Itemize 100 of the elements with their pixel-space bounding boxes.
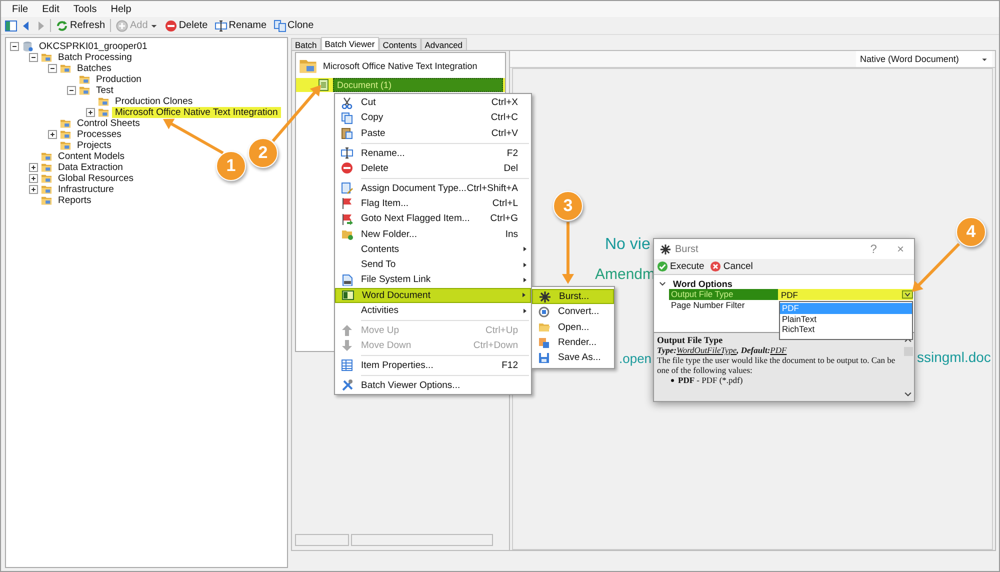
dropdown-button[interactable]	[902, 290, 913, 299]
list-option[interactable]: RichText	[780, 324, 912, 334]
folder-icon	[40, 52, 53, 63]
execute-button[interactable]: Execute	[657, 261, 704, 272]
folder-icon	[59, 118, 72, 129]
tree-item[interactable]: Batches	[74, 63, 114, 74]
property-value-field[interactable]: PDF	[778, 289, 913, 300]
menu-item[interactable]: Batch Viewer Options...	[335, 378, 531, 393]
expand-toggle[interactable]	[10, 42, 19, 51]
menu-item[interactable]: Contents	[335, 242, 531, 257]
expand-toggle[interactable]	[67, 86, 76, 95]
expand-toggle[interactable]	[29, 163, 38, 172]
document-pen-icon	[341, 182, 353, 194]
flag-arrow-icon	[341, 212, 353, 225]
word-document-icon	[342, 289, 354, 302]
tree-item[interactable]: Projects	[74, 140, 114, 151]
tree-item[interactable]: Batch Processing	[55, 52, 135, 63]
menu-item[interactable]: Flag Item... Ctrl+L	[335, 196, 531, 212]
menu-item[interactable]: Edit	[35, 4, 66, 14]
type-link[interactable]: WordOutFileType	[676, 345, 737, 355]
menu-item[interactable]: Goto Next Flagged Item... Ctrl+G	[335, 211, 531, 226]
menu-item[interactable]: Paste Ctrl+V	[335, 126, 531, 141]
menu-item[interactable]: Item Properties... F12	[335, 358, 531, 374]
help-button[interactable]: ?	[862, 242, 885, 256]
toolbar-button[interactable]: Rename	[212, 20, 269, 32]
menu-item[interactable]: File System Link	[335, 272, 531, 288]
menu-item[interactable]: Activities	[335, 302, 531, 318]
menu-item[interactable]: File	[5, 4, 36, 14]
tab[interactable]: Advanced	[420, 38, 467, 50]
folder-icon	[538, 321, 550, 334]
toolbar-button[interactable]: Delete	[162, 20, 210, 32]
delete-icon	[164, 20, 177, 32]
menu-item[interactable]: Burst...	[532, 289, 614, 304]
clipboard-icon	[341, 127, 353, 140]
menu-item[interactable]: Tools	[66, 4, 104, 14]
tab[interactable]: Batch Viewer	[320, 37, 379, 50]
burst-icon	[660, 244, 671, 254]
toolbar-button[interactable]: Clone	[272, 20, 316, 32]
view-mode-dropdown[interactable]: Native (Word Document)	[856, 51, 992, 67]
tree-item[interactable]: Microsoft Office Native Text Integration	[112, 107, 281, 118]
expand-toggle[interactable]	[48, 64, 57, 73]
menu-item[interactable]: Rename... F2	[335, 145, 531, 161]
tab[interactable]: Contents	[378, 38, 421, 50]
document-icon	[318, 79, 330, 91]
tree-item[interactable]: Global Resources	[55, 173, 137, 184]
menu-item[interactable]: Assign Document Type...Ctrl+Shift+A	[335, 180, 531, 196]
tree-item[interactable]: Infrastructure	[55, 184, 117, 195]
menu-item[interactable]: Convert...	[532, 304, 614, 320]
menu-item[interactable]: Word Document	[335, 288, 531, 303]
help-text: The file type the user would like the document to be output to. Can be one of the following values:	[657, 355, 896, 375]
tree-item[interactable]: Test	[93, 85, 116, 96]
rename-icon	[214, 20, 227, 32]
help-bullet-text: PDF - PDF (*.pdf)	[678, 375, 743, 385]
cancel-icon	[710, 261, 722, 272]
tree-item[interactable]: Control Sheets	[74, 118, 143, 129]
folder-icon	[78, 74, 91, 85]
collapse-toggle[interactable]	[658, 279, 667, 288]
menu-item[interactable]: Render...	[532, 334, 614, 350]
expand-toggle[interactable]	[48, 130, 57, 139]
document-text: ssingml.doc	[917, 349, 991, 365]
clone-icon	[274, 20, 286, 32]
expand-toggle[interactable]	[29, 53, 38, 62]
default-link[interactable]: PDF	[770, 345, 787, 355]
properties-icon	[341, 359, 353, 372]
expand-toggle[interactable]	[29, 174, 38, 183]
folder-icon	[97, 96, 110, 107]
tree-item[interactable]: Microsoft Office Native Text Integration	[321, 60, 480, 72]
menu-item[interactable]: Delete Del	[335, 160, 531, 176]
property-name[interactable]: Page Number Filter	[669, 300, 778, 311]
toolbar-button[interactable]: Refresh	[54, 20, 108, 32]
panel-icon[interactable]	[5, 20, 17, 32]
list-option[interactable]: PlainText	[780, 314, 912, 324]
tree-item[interactable]: Production Clones	[112, 96, 196, 107]
menu-item[interactable]: Open...	[532, 320, 614, 335]
menu-item[interactable]: Cut Ctrl+X	[335, 95, 531, 110]
document-text: No vie	[605, 236, 650, 254]
folder-icon	[59, 129, 72, 140]
menu-item[interactable]: Help	[104, 4, 138, 14]
save-icon	[538, 352, 550, 364]
tree-item[interactable]: Data Extraction	[55, 162, 126, 173]
expand-toggle[interactable]	[86, 108, 95, 117]
menu-item[interactable]: Send To	[335, 256, 531, 272]
cancel-button[interactable]: Cancel	[710, 261, 753, 272]
menu-item[interactable]: New Folder... Ins	[335, 226, 531, 242]
tab[interactable]: Batch	[291, 38, 321, 50]
tree-item[interactable]: OKCSPRKI01_grooper01	[36, 41, 150, 52]
tree-item[interactable]: Content Models	[55, 151, 128, 162]
expand-toggle[interactable]	[29, 185, 38, 194]
rename-icon	[341, 147, 353, 160]
scroll-thumb[interactable]	[904, 347, 912, 356]
tree-item[interactable]: Reports	[55, 195, 94, 206]
folder-icon	[78, 85, 91, 96]
close-button[interactable]: ×	[888, 242, 912, 256]
tree-item[interactable]: Processes	[74, 129, 124, 140]
menu-item[interactable]: Save As...	[532, 350, 614, 366]
menu-item[interactable]: Copy Ctrl+C	[335, 110, 531, 126]
check-icon	[657, 261, 668, 272]
tree-item[interactable]: Production	[93, 74, 144, 85]
folder-icon	[97, 107, 110, 118]
folder-icon	[40, 195, 53, 206]
